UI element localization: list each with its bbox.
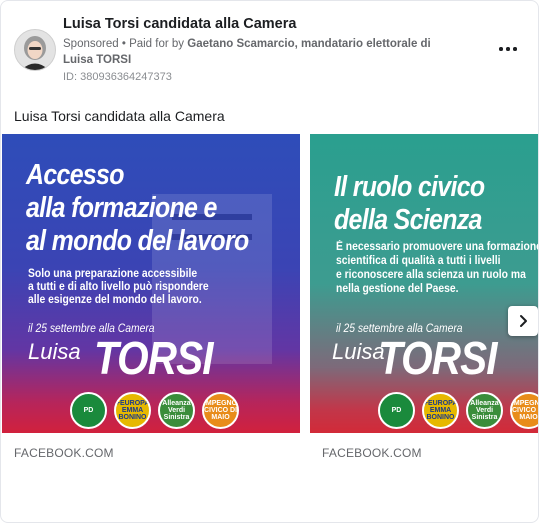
party-logo-europa: +EUROPA EMMA BONINO [114,392,151,429]
slide-subtext-line: nella gestione del Paese. [336,283,459,295]
party-logo-impegno-civico: IMPEGNO CIVICO DI MAIO [510,392,538,429]
slide-subtext-line: alle esigenze del mondo del lavoro. [28,294,202,306]
slide-subtext-line: Solo una preparazione accessibile [28,268,198,280]
candidate-surname: TORSI [378,332,497,384]
party-logo-europa: +EUROPA EMMA BONINO [422,392,459,429]
logo-label: Alleanza Verdi Sinistra [162,400,191,421]
more-horizontal-icon [499,47,503,51]
separator-dot: • [121,38,130,50]
candidate-first-name: Luisa [28,339,81,364]
party-logo-pd: PD [70,392,107,429]
ad-body-text: Luisa Torsi candidata alla Camera [14,108,225,124]
more-dot [513,47,517,51]
candidate-surname: TORSI [94,332,213,384]
slide-subtext-line: scientifica di qualità a tutti i livelli [336,255,501,267]
chevron-right-icon [520,315,527,327]
sponsored-label: Sponsored [63,38,119,50]
logo-label: IMPEGNO CIVICO DI MAIO [203,400,238,421]
carousel-slide-1[interactable]: Accesso alla formazione e al mondo del l… [2,134,300,433]
party-logo-verdi-sinistra: Alleanza Verdi Sinistra [466,392,503,429]
carousel-next-button[interactable] [508,306,538,336]
more-dot [506,47,510,51]
ad-card: Luisa Torsi candidata alla Camera Sponso… [0,0,539,523]
slide-subtext-line: e riconoscere alla scienza un ruolo ma [336,269,526,281]
avatar-portrait-icon [15,30,55,70]
party-logo-pd: PD [378,392,415,429]
logo-label: PD [391,407,402,414]
slide-headline-line: Il ruolo civico [334,171,485,203]
carousel-slide-2[interactable]: Il ruolo civico della Scienza È necessar… [310,134,539,433]
logo-label: IMPEGNO CIVICO DI MAIO [511,400,538,421]
candidate-first-name: Luisa [332,339,385,364]
logo-label: +EUROPA EMMA BONINO [115,400,150,421]
logo-label: +EUROPA EMMA BONINO [423,400,458,421]
more-options-button[interactable] [497,41,521,57]
slide-headline-line: al mondo del lavoro [26,225,249,257]
slide-headline-line: della Scienza [334,204,482,236]
party-logo-verdi-sinistra: Alleanza Verdi Sinistra [158,392,195,429]
link-caption-slide-2[interactable]: FACEBOOK.COM [322,446,422,460]
ad-id: ID: 380936364247373 [63,71,172,83]
slide-subtext-line: a tutti e di alto livello può rispondere [28,281,209,293]
link-caption-slide-1[interactable]: FACEBOOK.COM [14,446,114,460]
slide-headline-line: Accesso [26,159,124,191]
slide-subtext-line: È necessario promuovere una formazione [336,241,539,253]
sponsor-info: Sponsored • Paid for by Gaetano Scamarci… [63,36,458,68]
slide-headline-line: alla formazione e [26,192,217,224]
logo-label: PD [83,407,94,414]
paid-for-prefix: Paid for by [129,38,185,50]
party-logo-impegno-civico: IMPEGNO CIVICO DI MAIO [202,392,239,429]
paid-for-by: Gaetano Scamarcio, mandatario elettorale… [63,38,431,66]
logo-label: Alleanza Verdi Sinistra [470,400,499,421]
avatar[interactable] [14,29,56,71]
page-name[interactable]: Luisa Torsi candidata alla Camera [63,16,296,32]
